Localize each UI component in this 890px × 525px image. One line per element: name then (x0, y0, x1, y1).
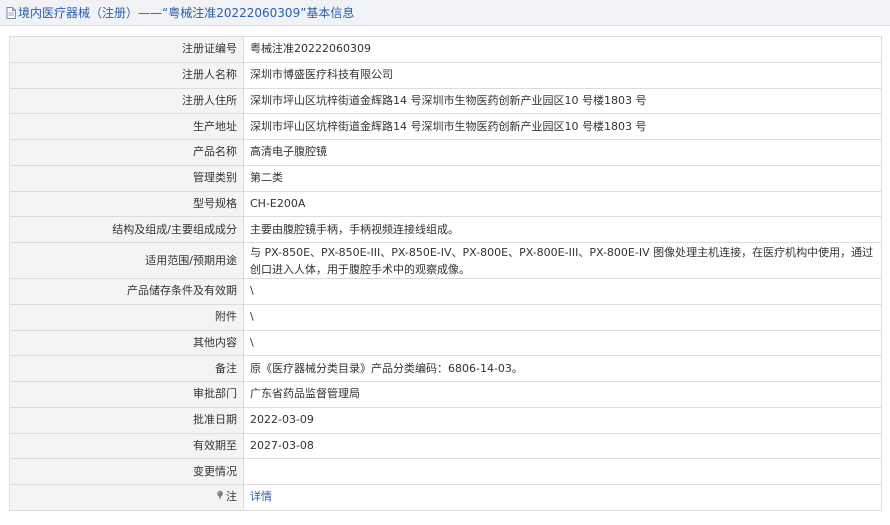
row-label: 注册人名称 (9, 61, 244, 89)
row-value: 深圳市博盛医疗科技有限公司 (243, 61, 882, 89)
document-icon (6, 6, 16, 19)
row-value: 粤械注准20222060309 (243, 36, 882, 63)
row-value (243, 458, 882, 485)
note-label: 注 (215, 489, 237, 505)
table-row: 有效期至 2027-03-08 (9, 432, 882, 460)
row-label: 有效期至 (9, 432, 244, 460)
row-value: 主要由腹腔镜手柄，手柄视频连接线组成。 (243, 216, 882, 243)
row-label: 批准日期 (9, 406, 244, 434)
details-link[interactable]: 详情 (250, 490, 272, 503)
table-row: 型号规格 CH-E200A (9, 190, 882, 218)
table-row: 其他内容 \ (9, 329, 882, 357)
row-label: 注册证编号 (9, 36, 244, 63)
row-value: 2027-03-08 (243, 432, 882, 460)
table-row: 附件 \ (9, 303, 882, 331)
row-label: 结构及组成/主要组成成分 (9, 216, 244, 243)
table-row: 管理类别 第二类 (9, 164, 882, 192)
row-value: 高清电子腹腔镜 (243, 139, 882, 166)
row-label: 管理类别 (9, 164, 244, 192)
row-label: 型号规格 (9, 190, 244, 218)
row-value: \ (243, 278, 882, 305)
row-label: 变更情况 (9, 458, 244, 485)
row-value: 原《医疗器械分类目录》产品分类编码：6806-14-03。 (243, 355, 882, 382)
row-label: 附件 (9, 303, 244, 331)
table-row: 注 详情 (9, 484, 882, 511)
table-row: 生产地址 深圳市坪山区坑梓街道金辉路14 号深圳市生物医药创新产业园区10 号楼… (9, 113, 882, 140)
page-title: 境内医疗器械（注册）——“粤械注准20222060309”基本信息 (18, 6, 355, 20)
row-value: 2022-03-09 (243, 406, 882, 434)
note-value: 详情 (243, 484, 882, 511)
row-value: \ (243, 303, 882, 331)
table-row: 注册证编号 粤械注准20222060309 (9, 36, 882, 63)
row-value: 深圳市坪山区坑梓街道金辉路14 号深圳市生物医药创新产业园区10 号楼1803 … (243, 87, 882, 115)
info-table: 注册证编号 粤械注准20222060309 注册人名称 深圳市博盛医疗科技有限公… (9, 36, 882, 511)
row-value: 深圳市坪山区坑梓街道金辉路14 号深圳市生物医药创新产业园区10 号楼1803 … (243, 113, 882, 140)
row-value: 广东省药品监督管理局 (243, 381, 882, 408)
table-row: 产品名称 高清电子腹腔镜 (9, 139, 882, 166)
table-row: 备注 原《医疗器械分类目录》产品分类编码：6806-14-03。 (9, 355, 882, 382)
table-row: 适用范围/预期用途 与 PX-850E、PX-850E-III、PX-850E-… (9, 242, 882, 279)
row-label: 注册人住所 (9, 87, 244, 115)
pin-icon (215, 489, 225, 505)
row-label: 产品储存条件及有效期 (9, 278, 244, 305)
row-value: 与 PX-850E、PX-850E-III、PX-850E-IV、PX-800E… (243, 242, 882, 279)
note-label-text: 注 (226, 490, 237, 504)
row-value-text: 与 PX-850E、PX-850E-III、PX-850E-IV、PX-800E… (250, 245, 874, 276)
table-row: 注册人住所 深圳市坪山区坑梓街道金辉路14 号深圳市生物医药创新产业园区10 号… (9, 87, 882, 115)
note-label-cell: 注 (9, 484, 244, 511)
row-label: 产品名称 (9, 139, 244, 166)
row-label: 适用范围/预期用途 (9, 242, 244, 279)
row-value: 第二类 (243, 164, 882, 192)
page-header: 境内医疗器械（注册）——“粤械注准20222060309”基本信息 (0, 0, 890, 26)
row-label: 备注 (9, 355, 244, 382)
table-row: 结构及组成/主要组成成分 主要由腹腔镜手柄，手柄视频连接线组成。 (9, 216, 882, 243)
row-label: 审批部门 (9, 381, 244, 408)
table-row: 批准日期 2022-03-09 (9, 406, 882, 434)
row-value: CH-E200A (243, 190, 882, 218)
row-value: \ (243, 329, 882, 357)
row-label: 其他内容 (9, 329, 244, 357)
table-row: 产品储存条件及有效期 \ (9, 278, 882, 305)
table-row: 变更情况 (9, 458, 882, 485)
table-row: 注册人名称 深圳市博盛医疗科技有限公司 (9, 61, 882, 89)
row-label: 生产地址 (9, 113, 244, 140)
table-row: 审批部门 广东省药品监督管理局 (9, 381, 882, 408)
